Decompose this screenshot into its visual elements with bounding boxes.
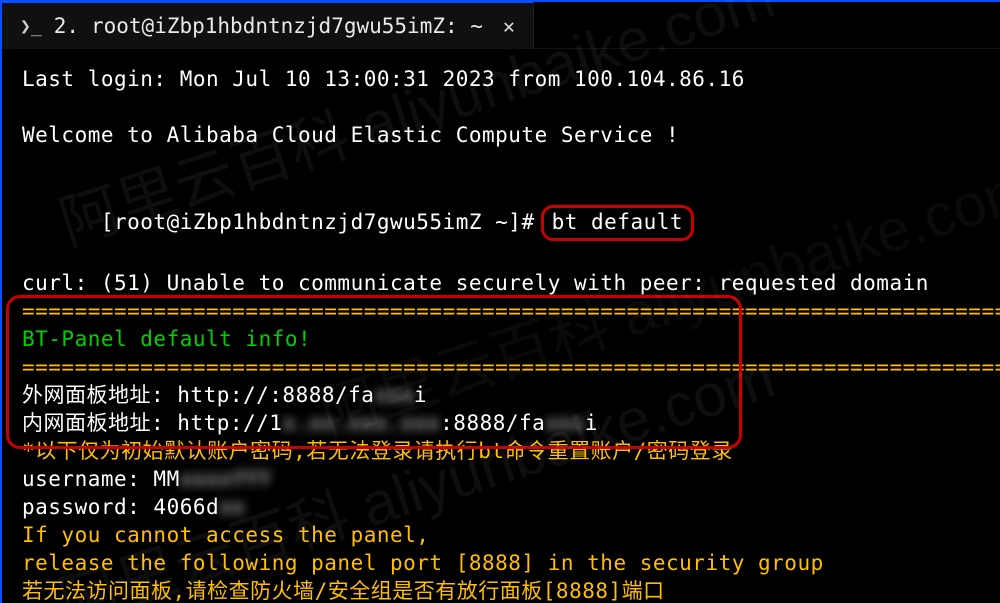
bt-default-command-box: bt default: [541, 205, 694, 241]
divider-top: ========================================…: [22, 297, 986, 325]
curl-error: curl: (51) Unable to communicate securel…: [22, 269, 986, 297]
panel-info-heading: BT-Panel default info!: [22, 325, 986, 353]
tab-bar: ❯_ 2. root@iZbp1hbdntnzjd7gwu55imZ: ~ ✕: [2, 2, 1000, 49]
internal-panel-url: 内网面板地址: http://1x.xx.xxx.xxx:8888/faxxxi: [22, 409, 986, 437]
tab-title: root@iZbp1hbdntnzjd7gwu55imZ: ~: [91, 14, 483, 38]
initial-account-note: *以下仅为初始默认账户密码,若无法登录请执行bt命令重置账户/密码登录: [22, 437, 986, 465]
terminal-body[interactable]: Last login: Mon Jul 10 13:00:31 2023 fro…: [2, 49, 1000, 603]
cannot-access: If you cannot access the panel,: [22, 521, 986, 549]
last-login-line: Last login: Mon Jul 10 13:00:31 2023 fro…: [22, 65, 986, 93]
release-port: release the following panel port [8888] …: [22, 549, 986, 577]
firewall-note-zh: 若无法访问面板,请检查防火墙/安全组是否有放行面板[8888]端口: [22, 577, 986, 603]
tab-number: 2.: [54, 14, 79, 38]
welcome-line: Welcome to Alibaba Cloud Elastic Compute…: [22, 121, 986, 149]
external-panel-url: 外网面板地址: http://:8888/faxxxi: [22, 381, 986, 409]
active-tab[interactable]: ❯_ 2. root@iZbp1hbdntnzjd7gwu55imZ: ~ ✕: [2, 1, 534, 49]
terminal-window: ❯_ 2. root@iZbp1hbdntnzjd7gwu55imZ: ~ ✕ …: [0, 0, 1000, 603]
bt-default-command: bt default: [552, 210, 683, 234]
close-icon[interactable]: ✕: [503, 14, 515, 38]
prompt-line-1: [root@iZbp1hbdntnzjd7gwu55imZ ~]# bt defa…: [22, 177, 986, 269]
shell-prompt: [root@iZbp1hbdntnzjd7gwu55imZ ~]#: [101, 210, 535, 234]
prompt-icon: ❯_: [20, 16, 42, 37]
username-line: username: MMxxxxYYY: [22, 465, 986, 493]
divider-mid: ========================================…: [22, 353, 986, 381]
password-line: password: 4066dxx: [22, 493, 986, 521]
